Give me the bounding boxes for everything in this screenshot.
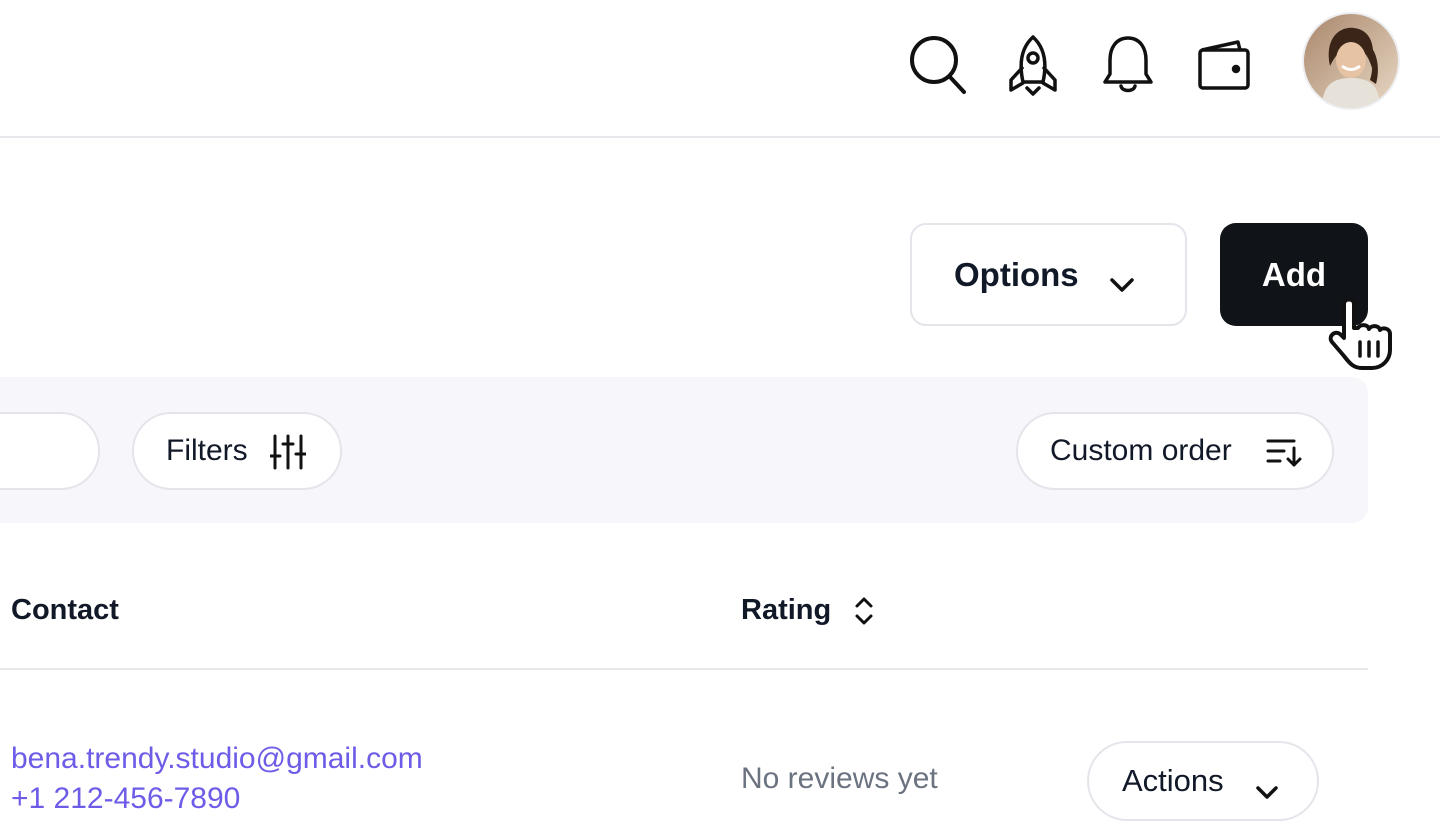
table-header-divider bbox=[0, 668, 1368, 670]
rocket-icon[interactable] bbox=[1003, 33, 1063, 97]
chevron-down-icon bbox=[1109, 264, 1135, 302]
sliders-icon bbox=[268, 432, 308, 480]
avatar[interactable] bbox=[1304, 14, 1398, 108]
contact-phone-link[interactable]: +1 212-456-7890 bbox=[11, 782, 240, 816]
rating-value: No reviews yet bbox=[741, 762, 938, 795]
actions-dropdown-button[interactable]: Actions bbox=[1087, 741, 1319, 821]
sort-toggle-icon bbox=[853, 595, 875, 627]
options-dropdown-button[interactable]: Options bbox=[910, 223, 1187, 326]
chevron-down-icon bbox=[1255, 773, 1279, 809]
filters-button[interactable]: Filters bbox=[132, 412, 342, 490]
top-navigation-bar bbox=[0, 0, 1440, 138]
add-label: Add bbox=[1261, 255, 1327, 293]
search-input[interactable] bbox=[0, 412, 100, 490]
column-header-contact: Contact bbox=[11, 594, 119, 626]
filters-label: Filters bbox=[166, 434, 248, 467]
custom-order-label: Custom order bbox=[1050, 434, 1232, 467]
search-icon[interactable] bbox=[908, 33, 968, 97]
custom-order-button[interactable]: Custom order bbox=[1016, 412, 1334, 490]
actions-label: Actions bbox=[1122, 763, 1224, 798]
wallet-icon[interactable] bbox=[1194, 33, 1254, 97]
contact-email-link[interactable]: bena.trendy.studio@gmail.com bbox=[11, 742, 423, 776]
column-header-rating[interactable]: Rating bbox=[741, 594, 875, 627]
rating-header-label: Rating bbox=[741, 594, 832, 626]
add-button[interactable]: Add bbox=[1220, 223, 1368, 326]
bell-icon[interactable] bbox=[1098, 33, 1158, 97]
sort-icon bbox=[1266, 436, 1302, 476]
options-label: Options bbox=[954, 255, 1079, 293]
